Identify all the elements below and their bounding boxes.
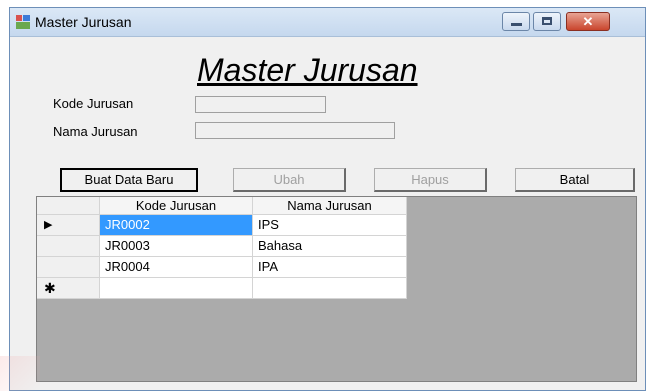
cell-nama-jurusan[interactable]: IPS [253, 215, 407, 236]
row-header[interactable]: ✱ [37, 278, 100, 299]
cell-kode-jurusan-new[interactable] [100, 278, 253, 299]
cell-nama-jurusan-new[interactable] [253, 278, 407, 299]
maximize-icon [542, 17, 552, 25]
cell-kode-jurusan[interactable]: JR0004 [100, 257, 253, 278]
kode-jurusan-label: Kode Jurusan [53, 96, 134, 111]
cell-kode-jurusan[interactable]: JR0002 [100, 215, 253, 236]
minimize-button[interactable] [502, 12, 530, 31]
window-title: Master Jurusan [35, 14, 132, 30]
close-icon: ✕ [582, 14, 594, 29]
nama-jurusan-field[interactable] [195, 122, 395, 139]
row-header[interactable] [37, 236, 100, 257]
kode-jurusan-field[interactable] [195, 96, 326, 113]
batal-button[interactable]: Batal [515, 168, 635, 192]
watermark-shape [0, 356, 40, 391]
jurusan-data-grid[interactable]: Kode Jurusan Nama Jurusan ▶ JR0002 IPS J… [36, 196, 637, 382]
new-row-asterisk-icon: ✱ [44, 280, 56, 296]
hapus-button[interactable]: Hapus [374, 168, 487, 192]
page-title: Master Jurusan [197, 52, 418, 88]
column-header-kode-jurusan[interactable]: Kode Jurusan [100, 197, 253, 215]
app-form-icon [16, 15, 30, 29]
row-header-corner[interactable] [37, 197, 100, 215]
title-bar[interactable]: Master Jurusan ✕ [10, 8, 645, 37]
nama-jurusan-label: Nama Jurusan [53, 124, 138, 139]
cell-kode-jurusan[interactable]: JR0003 [100, 236, 253, 257]
row-header[interactable] [37, 257, 100, 278]
ubah-button[interactable]: Ubah [233, 168, 346, 192]
cell-nama-jurusan[interactable]: IPA [253, 257, 407, 278]
minimize-icon [511, 23, 522, 26]
close-button[interactable]: ✕ [566, 12, 610, 31]
current-row-arrow-icon: ▶ [44, 219, 53, 231]
maximize-button[interactable] [533, 12, 561, 31]
column-header-nama-jurusan[interactable]: Nama Jurusan [253, 197, 407, 215]
master-jurusan-window: Master Jurusan ✕ Master Jurusan Kode Jur… [9, 7, 646, 391]
buat-data-baru-button[interactable]: Buat Data Baru [60, 168, 198, 192]
row-header[interactable]: ▶ [37, 215, 100, 236]
cell-nama-jurusan[interactable]: Bahasa [253, 236, 407, 257]
